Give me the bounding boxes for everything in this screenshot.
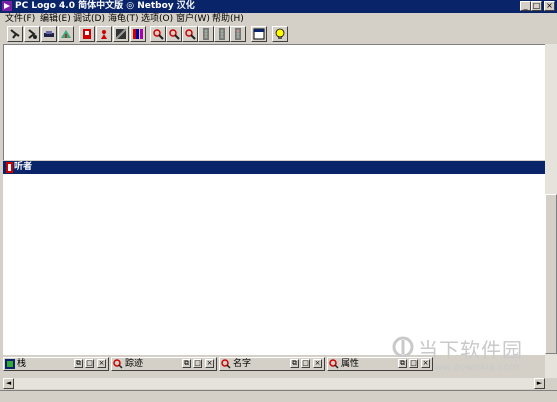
scroll-right-arrow[interactable]: ► xyxy=(534,378,545,389)
menu-options[interactable]: 选项(O) xyxy=(141,13,173,25)
restore-button[interactable]: ⧉ xyxy=(290,359,299,368)
minimized-window-label: 属性 xyxy=(341,359,360,369)
restore-button[interactable]: ⧉ xyxy=(74,359,83,368)
window-icon[interactable] xyxy=(251,26,267,42)
maximize-button[interactable]: □ xyxy=(531,1,542,11)
minimized-window-label: 踪迹 xyxy=(125,359,144,369)
minimized-window-label: 栈 xyxy=(17,359,27,369)
app-icon xyxy=(2,1,12,11)
magnify-icon[interactable] xyxy=(166,26,182,42)
magnify-icon[interactable] xyxy=(150,26,166,42)
magnify-icon[interactable] xyxy=(182,26,198,42)
maximize-button[interactable]: □ xyxy=(301,359,310,368)
minimized-window-trace[interactable]: 踪迹 ⧉ □ × xyxy=(111,357,217,371)
turtle-icon[interactable] xyxy=(58,26,74,42)
menu-file[interactable]: 文件(F) xyxy=(5,13,35,25)
minimized-window-properties[interactable]: 属性 ⧉ □ × xyxy=(327,357,433,371)
window-title: PC Logo 4.0 简体中文版 ◎ Netboy 汉化 xyxy=(15,1,195,11)
stack-icon xyxy=(5,359,15,369)
watermark-logo-icon xyxy=(392,336,414,358)
minimize-button[interactable]: _ xyxy=(520,1,531,11)
toolbar xyxy=(0,26,557,44)
pattern-icon[interactable] xyxy=(113,26,129,42)
names-icon xyxy=(221,359,231,369)
menu-turtle[interactable]: 海龟(T) xyxy=(108,13,139,25)
stop-icon[interactable] xyxy=(79,26,95,42)
menu-debug[interactable]: 调试(D) xyxy=(73,13,105,25)
watermark: 当下软件园 www.downxia.com xyxy=(392,332,552,378)
trace-icon xyxy=(113,359,123,369)
horizontal-scrollbar[interactable]: ◄ ► xyxy=(3,378,545,389)
listener-pane[interactable] xyxy=(3,174,545,355)
listener-title-bar[interactable]: 听者 xyxy=(3,161,545,174)
turtle-icon[interactable] xyxy=(41,26,57,42)
editor-pane[interactable] xyxy=(3,44,545,160)
maximize-button[interactable]: □ xyxy=(193,359,202,368)
maximize-button[interactable]: □ xyxy=(85,359,94,368)
menu-help[interactable]: 帮助(H) xyxy=(212,13,244,25)
status-bar xyxy=(0,390,557,402)
menu-edit[interactable]: 编辑(E) xyxy=(40,13,71,25)
close-button[interactable]: × xyxy=(313,359,322,368)
close-button[interactable]: × xyxy=(544,1,555,11)
turtle-icon[interactable] xyxy=(96,26,112,42)
minimized-window-label: 名字 xyxy=(233,359,252,369)
watermark-url: www.downxia.com xyxy=(426,362,520,373)
title-bar[interactable]: PC Logo 4.0 简体中文版 ◎ Netboy 汉化 _ □ × xyxy=(0,0,557,13)
turtle-icon[interactable] xyxy=(7,26,23,42)
listener-icon xyxy=(6,162,13,173)
properties-icon xyxy=(329,359,339,369)
turtle-icon[interactable] xyxy=(24,26,40,42)
menu-window[interactable]: 窗户(W) xyxy=(176,13,210,25)
traffic-light-icon[interactable] xyxy=(214,26,230,42)
close-button[interactable]: × xyxy=(97,359,106,368)
minimized-window-stack[interactable]: 栈 ⧉ □ × xyxy=(3,357,109,371)
menu-bar: 文件(F) 编辑(E) 调试(D) 海龟(T) 选项(O) 窗户(W) 帮助(H… xyxy=(0,13,557,25)
maximize-button[interactable]: □ xyxy=(409,359,418,368)
close-button[interactable]: × xyxy=(205,359,214,368)
colors-icon[interactable] xyxy=(130,26,146,42)
scroll-left-arrow[interactable]: ◄ xyxy=(3,378,14,389)
restore-button[interactable]: ⧉ xyxy=(398,359,407,368)
traffic-light-icon[interactable] xyxy=(230,26,246,42)
scroll-thumb[interactable] xyxy=(545,194,557,354)
watermark-text: 当下软件园 xyxy=(418,338,523,362)
minimized-window-names[interactable]: 名字 ⧉ □ × xyxy=(219,357,325,371)
vertical-scrollbar[interactable] xyxy=(545,44,557,378)
listener-title: 听者 xyxy=(14,162,33,172)
close-button[interactable]: × xyxy=(421,359,430,368)
lightbulb-icon[interactable] xyxy=(272,26,288,42)
restore-button[interactable]: ⧉ xyxy=(182,359,191,368)
traffic-light-icon[interactable] xyxy=(198,26,214,42)
